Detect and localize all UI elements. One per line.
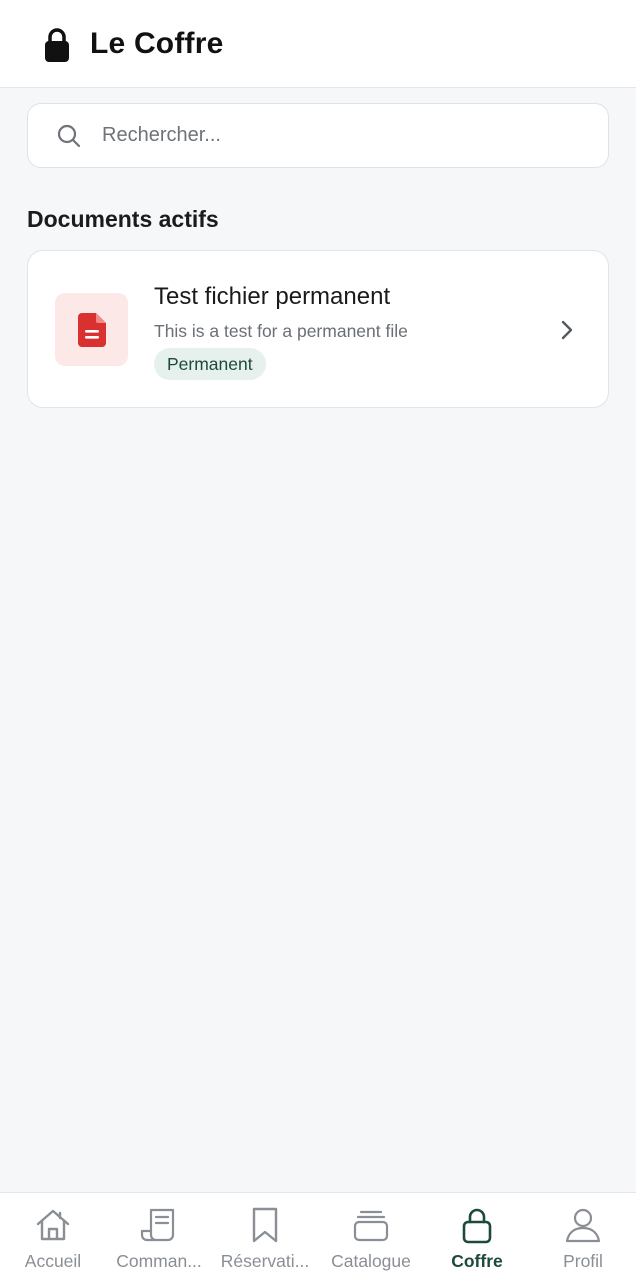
lock-icon	[42, 24, 76, 64]
section-title: Documents actifs	[27, 206, 219, 232]
document-title: Test fichier permanent	[154, 283, 391, 310]
nav-item-catalogue[interactable]: Catalogue	[318, 1193, 424, 1280]
nav-item-coffre[interactable]: Coffre	[424, 1193, 530, 1280]
search-icon	[56, 123, 82, 149]
status-badge: Permanent	[154, 348, 266, 380]
receipt-icon	[139, 1205, 179, 1245]
nav-item-profil[interactable]: Profil	[530, 1193, 636, 1280]
chevron-right-icon	[558, 317, 576, 343]
nav-item-commandes[interactable]: Comman...	[106, 1193, 212, 1280]
nav-label: Réservati...	[220, 1251, 310, 1271]
app-header: Le Coffre	[0, 0, 636, 88]
user-icon	[563, 1205, 603, 1245]
page-title: Le Coffre	[90, 26, 224, 60]
search-bar[interactable]	[27, 103, 609, 168]
lock-icon	[457, 1205, 497, 1245]
bookmark-icon	[245, 1205, 285, 1245]
nav-label: Accueil	[24, 1251, 82, 1271]
bottom-nav: Accueil Comman... Réservati... Catalogue…	[0, 1192, 636, 1280]
nav-label: Comman...	[116, 1251, 202, 1271]
nav-label: Coffre	[451, 1251, 503, 1271]
nav-label: Catalogue	[331, 1251, 411, 1271]
document-card[interactable]: Test fichier permanent This is a test fo…	[27, 250, 609, 408]
file-document-icon	[77, 312, 106, 347]
document-description: This is a test for a permanent file	[154, 321, 408, 341]
nav-item-accueil[interactable]: Accueil	[0, 1193, 106, 1280]
search-input[interactable]	[102, 124, 562, 147]
app-root: Le Coffre Documents actifs Test fichier …	[0, 0, 636, 1280]
catalog-icon	[351, 1205, 391, 1245]
file-thumbnail	[55, 293, 128, 366]
nav-label: Profil	[563, 1251, 603, 1271]
nav-item-reservations[interactable]: Réservati...	[212, 1193, 318, 1280]
home-icon	[33, 1205, 73, 1245]
